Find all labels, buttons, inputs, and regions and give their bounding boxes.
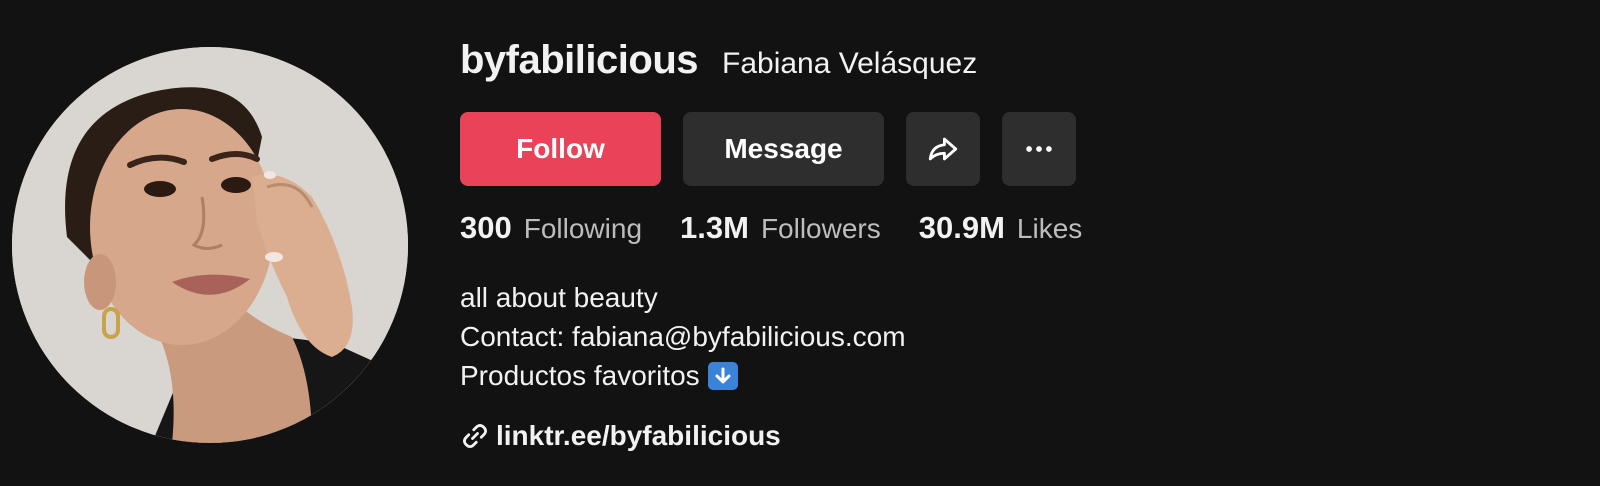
bio: all about beauty Contact: fabiana@byfabi… <box>460 278 906 395</box>
share-arrow-icon <box>928 137 958 161</box>
bio-link[interactable]: linktr.ee/byfabilicious <box>460 420 781 452</box>
follow-button[interactable]: Follow <box>460 112 661 186</box>
display-name: Fabiana Velásquez <box>722 47 978 80</box>
title-row: byfabilicious Fabiana Velásquez <box>460 38 977 83</box>
stat-value: 1.3M <box>680 210 749 245</box>
more-horizontal-icon <box>1026 146 1052 152</box>
stat-label: Likes <box>1016 213 1083 244</box>
profile-info: byfabilicious Fabiana Velásquez Follow M… <box>460 0 1560 486</box>
stat-value: 300 <box>460 210 512 245</box>
action-buttons: Follow Message <box>460 112 1076 186</box>
bio-line: all about beauty <box>460 282 658 313</box>
stat-value: 30.9M <box>918 210 1005 245</box>
profile-photo <box>12 47 408 443</box>
profile-page: byfabilicious Fabiana Velásquez Follow M… <box>0 0 1600 486</box>
stat-label: Followers <box>760 213 881 244</box>
stat-label: Following <box>523 213 643 244</box>
message-button[interactable]: Message <box>683 112 884 186</box>
share-button[interactable] <box>906 112 980 186</box>
avatar[interactable] <box>12 47 408 443</box>
bio-contact-line: Contact: fabiana@byfabilicious.com <box>460 321 906 352</box>
down-arrow-emoji-icon <box>707 361 738 390</box>
bio-line: Productos favoritos <box>460 356 906 395</box>
stat-followers[interactable]: 1.3M Followers <box>680 210 881 246</box>
link-icon <box>463 424 487 448</box>
profile-stats: 300 Following 1.3M Followers 30.9M Likes <box>460 210 1120 246</box>
more-options-button[interactable] <box>1002 112 1076 186</box>
username: byfabilicious <box>460 38 699 82</box>
bio-link-text[interactable]: linktr.ee/byfabilicious <box>496 420 781 452</box>
stat-likes: 30.9M Likes <box>919 210 1083 246</box>
bio-text: Productos favoritos <box>460 360 700 391</box>
stat-following[interactable]: 300 Following <box>460 210 642 246</box>
